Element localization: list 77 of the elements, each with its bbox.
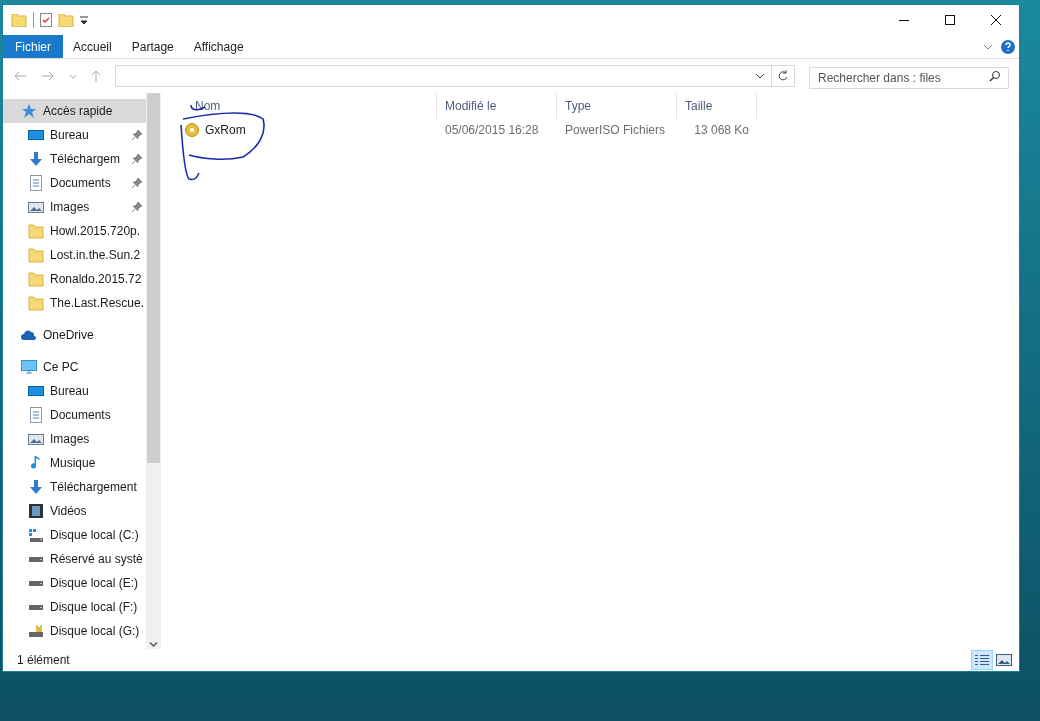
date-cell-text: 05/06/2015 16:28 [444, 122, 540, 139]
system-drive-icon [28, 528, 44, 542]
search-field[interactable]: Rechercher dans : files [809, 67, 1009, 89]
column-header[interactable]: Modifié le [437, 93, 557, 119]
picture-icon [996, 654, 1012, 666]
document-icon [28, 407, 44, 423]
document-icon [28, 175, 44, 191]
ribbon-tab[interactable]: Partage [121, 35, 184, 58]
folder-icon [28, 247, 44, 263]
help-icon[interactable] [1001, 39, 1015, 54]
nav-item[interactable]: Disque local (E:) [3, 571, 146, 595]
nav-item[interactable]: Musique [3, 451, 146, 475]
nav-item[interactable]: Bureau [3, 379, 146, 403]
details-list-icon [975, 655, 989, 665]
nav-item[interactable]: Ronaldo.2015.72 [3, 267, 146, 291]
star-icon [21, 103, 37, 119]
maximize-icon [945, 15, 955, 25]
nav-item[interactable]: Disque local (C:) [3, 523, 146, 547]
dropdown-icon[interactable] [80, 16, 88, 24]
ribbon-tab[interactable]: Fichier [3, 35, 63, 58]
nav-item[interactable]: The.Last.Rescue. [3, 291, 146, 315]
nav-item[interactable]: Howl.2015.720p. [3, 219, 146, 243]
file-name: GxRom [205, 122, 246, 139]
nav-item[interactable]: Images [3, 427, 146, 451]
drive-icon [29, 580, 43, 586]
disc-icon [185, 123, 199, 137]
chevron-down-icon[interactable] [755, 73, 765, 79]
view-button[interactable] [971, 650, 993, 670]
nav-item[interactable]: Ce PC [3, 355, 146, 379]
ribbon-tab[interactable]: Affichage [183, 35, 254, 58]
close-icon [991, 15, 1001, 25]
nav-item[interactable]: Réservé au systè [3, 547, 146, 571]
monitor-icon [21, 359, 37, 375]
forward-arrow-icon[interactable] [41, 71, 55, 81]
file-row[interactable]: GxRom 05/06/2015 16:28 PowerISO Fichiers 13 068 Ko [175, 119, 1019, 141]
down-arrow-icon [28, 151, 44, 167]
nav-item[interactable]: Téléchargem [3, 147, 146, 171]
up-arrow-icon[interactable] [91, 69, 101, 83]
search-icon [989, 70, 1001, 82]
back-arrow-icon[interactable] [13, 71, 27, 81]
drive-icon [29, 604, 43, 610]
drive-icon [29, 556, 43, 562]
nav-item[interactable]: Disque local (G:) [3, 619, 146, 643]
folder-icon[interactable] [58, 13, 74, 27]
size-cell-text: 13 068 Ko [693, 122, 750, 139]
nav-item[interactable]: Téléchargement [3, 475, 146, 499]
nav-item[interactable]: OneDrive [3, 323, 146, 347]
locked-drive-icon [29, 625, 43, 637]
picture-icon [28, 433, 44, 445]
nav-item[interactable]: Documents [3, 403, 146, 427]
scrollbar[interactable] [146, 93, 161, 649]
cloud-icon [21, 330, 37, 340]
nav-item[interactable]: Vidéos [3, 499, 146, 523]
folder-icon [28, 223, 44, 239]
nav-item[interactable]: Documents [3, 171, 146, 195]
checklist-icon[interactable] [40, 13, 52, 27]
item-count: 1 élément [17, 652, 70, 669]
ribbon-tab[interactable]: Accueil [63, 35, 122, 58]
minimize-icon [899, 19, 909, 21]
desktop-icon [28, 130, 44, 140]
nav-item[interactable]: Lost.in.the.Sun.2 [3, 243, 146, 267]
column-header[interactable]: Taille [677, 93, 757, 119]
column-header[interactable]: Type [557, 93, 677, 119]
folder-icon [11, 13, 27, 27]
film-icon [28, 503, 44, 519]
nav-item[interactable]: Images [3, 195, 146, 219]
nav-item[interactable]: Disque local (F:) [3, 595, 146, 619]
desktop-icon [28, 386, 44, 396]
picture-icon [28, 201, 44, 213]
refresh-icon[interactable] [777, 70, 789, 82]
type-cell-text: PowerISO Fichiers [564, 122, 667, 139]
nav-item[interactable]: Bureau [3, 123, 146, 147]
chevron-down-icon[interactable] [149, 642, 158, 647]
down-arrow-icon [28, 479, 44, 495]
folder-icon [28, 271, 44, 287]
folder-icon [28, 295, 44, 311]
nav-item[interactable]: Accès rapide [3, 99, 146, 123]
